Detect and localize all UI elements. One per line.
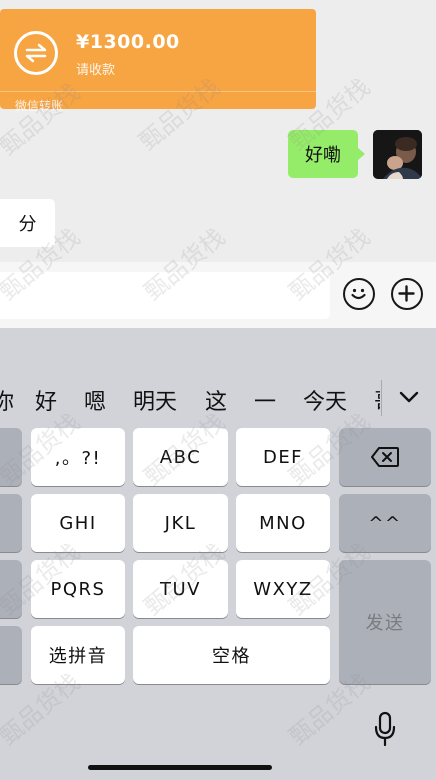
emoticon-key[interactable]: ^^ — [339, 494, 431, 552]
transfer-card[interactable]: ¥1300.00 请收款 微信转账 — [0, 9, 316, 113]
transfer-divider — [0, 91, 316, 92]
key-mno[interactable]: MNO — [236, 494, 330, 552]
left-key-1[interactable] — [0, 428, 22, 486]
key-pqrs[interactable]: PQRS — [31, 560, 125, 618]
left-key-4[interactable] — [0, 626, 22, 684]
chat-area: ¥1300.00 请收款 微信转账 好嘞 分 — [0, 0, 436, 262]
candidate-bar: 你 好 嗯 明天 这 一 今天 哥 — [0, 368, 436, 428]
received-message-text: 分 — [18, 214, 37, 235]
transfer-footer: 微信转账 — [15, 99, 64, 113]
chevron-down-icon[interactable] — [395, 385, 423, 413]
candidate-item[interactable]: 你 — [0, 384, 14, 416]
transfer-status: 请收款 — [76, 63, 116, 78]
sent-message[interactable]: 好嘞 — [288, 130, 365, 178]
candidate-divider — [381, 380, 382, 416]
received-message[interactable]: 分 — [0, 199, 55, 247]
backspace-icon — [371, 447, 399, 467]
sent-message-text: 好嘞 — [305, 145, 341, 166]
left-key-3[interactable] — [0, 560, 22, 618]
plus-icon[interactable] — [391, 278, 423, 310]
send-button[interactable]: 发送 — [339, 560, 431, 684]
key-punctuation[interactable]: ,。?! — [31, 428, 125, 486]
candidate-item[interactable]: 这 — [205, 384, 227, 416]
space-key[interactable]: 空格 — [133, 626, 330, 684]
candidate-item[interactable]: 嗯 — [84, 384, 106, 416]
emoji-icon[interactable] — [343, 278, 375, 310]
input-bar — [0, 262, 436, 328]
key-ghi[interactable]: GHI — [31, 494, 125, 552]
pinyin-select-key[interactable]: 选拼音 — [31, 626, 125, 684]
candidate-item[interactable]: 好 — [35, 384, 57, 416]
key-jkl[interactable]: JKL — [133, 494, 228, 552]
candidate-item[interactable]: 一 — [254, 384, 276, 416]
message-input[interactable] — [0, 272, 330, 319]
home-indicator — [88, 765, 272, 770]
backspace-key[interactable] — [339, 428, 431, 486]
key-abc[interactable]: ABC — [133, 428, 228, 486]
candidate-item[interactable]: 明天 — [133, 384, 177, 416]
keyboard: 你 好 嗯 明天 这 一 今天 哥 ,。?! ABC DEF GHI JKL M… — [0, 328, 436, 780]
left-key-2[interactable] — [0, 494, 22, 552]
candidate-item[interactable]: 哥 — [374, 384, 380, 416]
key-tuv[interactable]: TUV — [133, 560, 228, 618]
transfer-amount: ¥1300.00 — [76, 31, 180, 53]
avatar[interactable] — [373, 130, 422, 179]
transfer-icon — [14, 31, 58, 75]
microphone-icon[interactable] — [371, 710, 399, 750]
candidate-item[interactable]: 今天 — [303, 384, 347, 416]
key-wxyz[interactable]: WXYZ — [236, 560, 330, 618]
key-def[interactable]: DEF — [236, 428, 330, 486]
